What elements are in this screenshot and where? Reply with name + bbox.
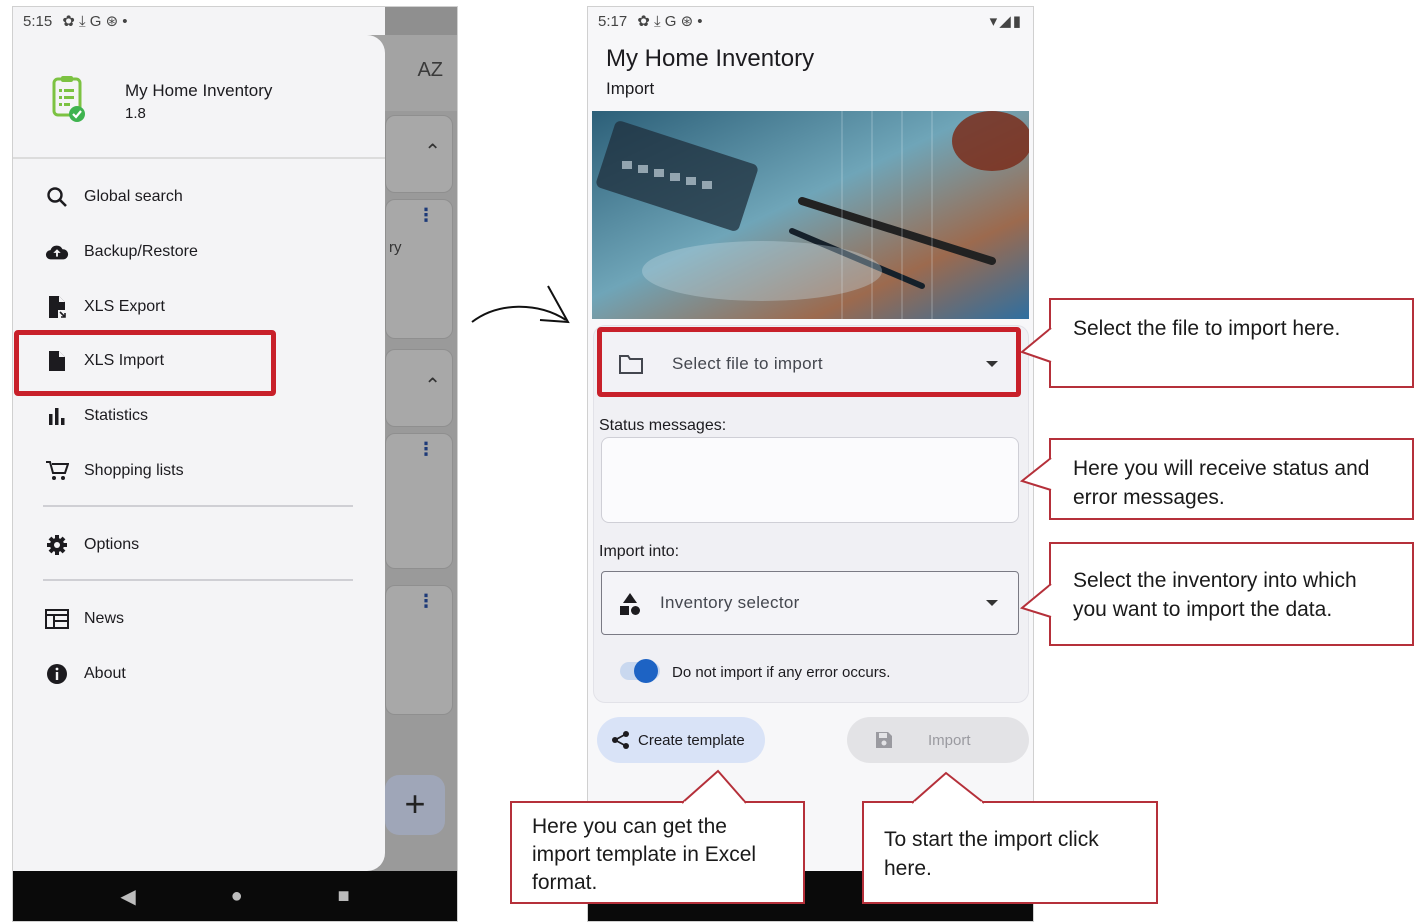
callout-pointers xyxy=(681,327,1053,805)
